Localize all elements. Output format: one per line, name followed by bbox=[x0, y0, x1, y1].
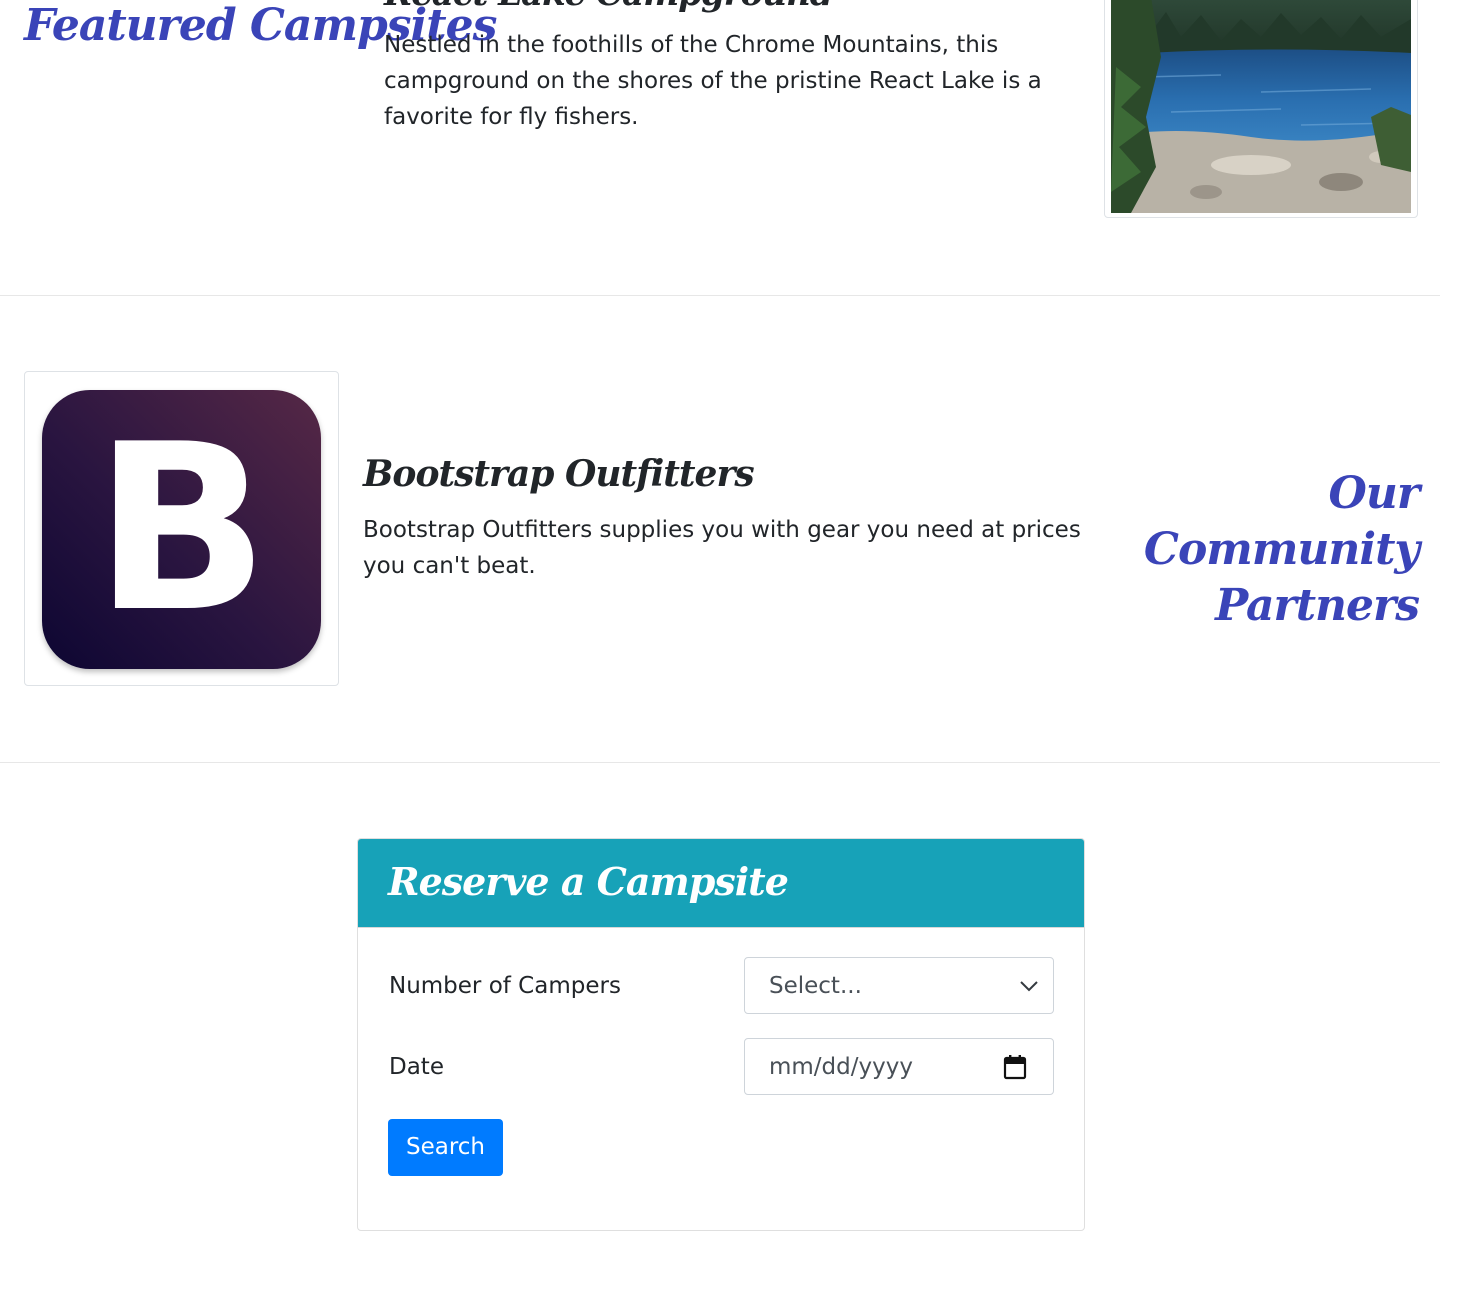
page: Featured Campsites React Lake Campground… bbox=[0, 0, 1461, 1305]
search-button[interactable]: Search bbox=[388, 1119, 503, 1176]
section-divider bbox=[0, 295, 1440, 296]
date-label: Date bbox=[389, 1054, 444, 1080]
partner-description: Bootstrap Outfitters supplies you with g… bbox=[363, 517, 1081, 579]
partner-logo-frame: B bbox=[24, 371, 339, 686]
reserve-card-header: Reserve a Campsite bbox=[358, 839, 1084, 928]
campers-select[interactable]: Select... bbox=[744, 957, 1054, 1014]
bootstrap-logo-letter: B bbox=[93, 396, 270, 663]
community-heading-text: Our Community Partners bbox=[1143, 468, 1420, 631]
campers-select-value: Select... bbox=[769, 973, 862, 999]
reserve-card-title: Reserve a Campsite bbox=[388, 859, 789, 904]
campsite-title: React Lake Campground bbox=[384, 0, 834, 14]
calendar-icon[interactable] bbox=[1003, 1054, 1027, 1080]
date-input[interactable]: mm/dd/yyyy bbox=[744, 1038, 1054, 1095]
section-divider bbox=[0, 762, 1440, 763]
campsite-image bbox=[1111, 0, 1411, 213]
date-placeholder: mm/dd/yyyy bbox=[769, 1054, 913, 1080]
community-partners-heading: Our Community Partners bbox=[1109, 466, 1420, 634]
campers-label: Number of Campers bbox=[389, 973, 621, 999]
partner-title: Bootstrap Outfitters bbox=[363, 453, 755, 495]
reserve-campsite-card: Reserve a Campsite Number of Campers Sel… bbox=[357, 838, 1085, 1231]
campsite-description: Nestled in the foothills of the Chrome M… bbox=[384, 32, 1042, 130]
chevron-down-icon bbox=[1020, 981, 1038, 992]
campsite-image-frame bbox=[1104, 0, 1418, 218]
bootstrap-logo: B bbox=[42, 390, 321, 669]
